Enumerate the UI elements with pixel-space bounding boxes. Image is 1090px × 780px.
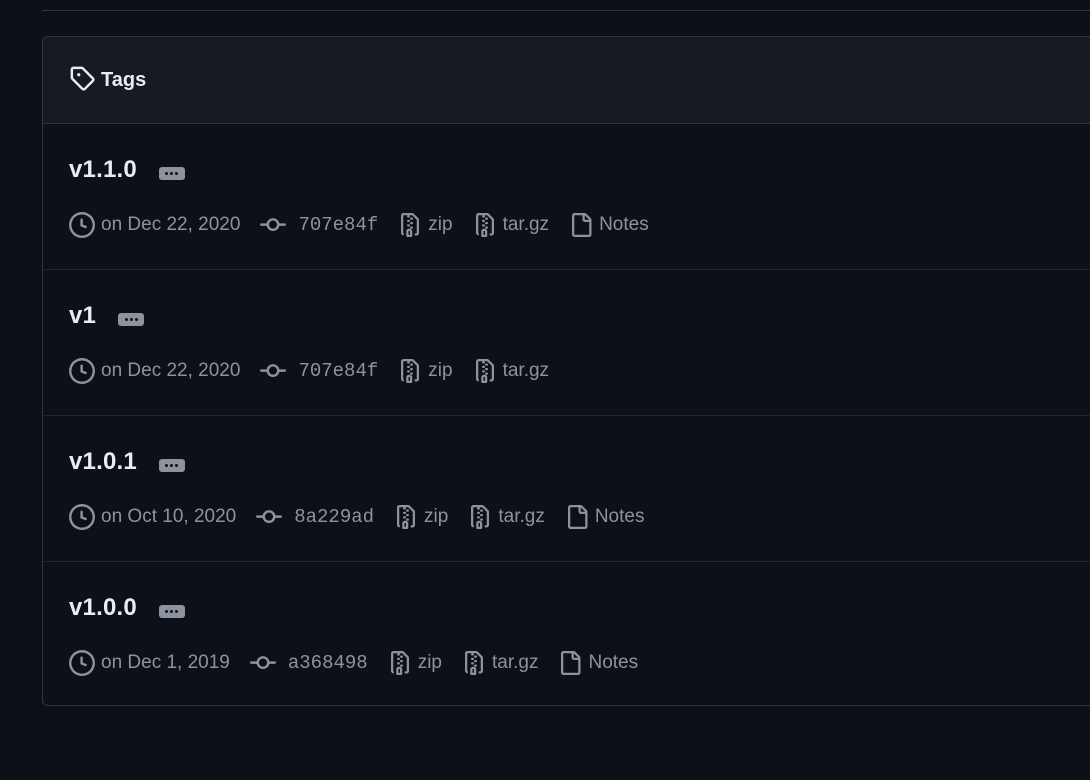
targz-label: tar.gz — [502, 360, 550, 381]
file-zip-icon — [475, 213, 494, 237]
clock-icon — [69, 358, 95, 384]
tag-name-link[interactable]: v1.0.0 — [69, 594, 137, 622]
tag-name-link[interactable]: v1.0.1 — [69, 448, 137, 476]
zip-label: zip — [428, 214, 453, 235]
file-zip-icon — [397, 505, 416, 529]
clock-icon — [69, 212, 95, 238]
file-icon — [567, 505, 588, 529]
commit-link[interactable]: 707e84f — [260, 212, 378, 238]
kebab-horizontal-icon[interactable] — [158, 604, 185, 618]
tag-meta: on Dec 1, 2019 a368498 zip tar.gz Notes — [69, 650, 658, 676]
kebab-horizontal-icon[interactable] — [118, 312, 145, 326]
targz-label: tar.gz — [502, 214, 550, 235]
tags-box-header: Tags — [43, 37, 1090, 124]
commit-sha: 8a229ad — [294, 506, 375, 528]
tag-row: v1.1.0 on Dec 22, 2020 707e84f zip tar.g… — [43, 124, 1090, 270]
file-zip-icon — [475, 359, 494, 383]
tag-row: v1.0.1 on Oct 10, 2020 8a229ad zip tar.g… — [43, 416, 1090, 562]
release-notes-link[interactable]: Notes — [565, 504, 645, 530]
targz-download-link[interactable]: tar.gz — [473, 212, 549, 238]
file-icon — [561, 651, 581, 675]
commit-sha: 707e84f — [298, 214, 379, 236]
tags-box: Tags v1.1.0 on Dec 22, 2020 707e84f zip … — [42, 36, 1090, 706]
release-notes-link[interactable]: Notes — [558, 650, 638, 676]
tag-meta: on Oct 10, 2020 8a229ad zip tar.gz Notes — [69, 504, 664, 530]
zip-download-link[interactable]: zip — [394, 504, 448, 530]
zip-label: zip — [417, 652, 442, 673]
tag-date-text: on Dec 22, 2020 — [101, 360, 241, 381]
notes-label: Notes — [599, 214, 649, 235]
tag-list: v1.1.0 on Dec 22, 2020 707e84f zip tar.g… — [43, 124, 1090, 705]
clock-icon — [69, 504, 95, 530]
tag-date: on Dec 22, 2020 — [69, 358, 240, 384]
targz-download-link[interactable]: tar.gz — [473, 358, 549, 384]
tag-icon — [69, 65, 95, 96]
file-zip-icon — [401, 213, 420, 237]
tag-date-text: on Dec 22, 2020 — [101, 214, 241, 235]
kebab-horizontal-icon[interactable] — [158, 166, 185, 180]
zip-label: zip — [428, 360, 453, 381]
commit-link[interactable]: 707e84f — [260, 358, 378, 384]
tag-name-link[interactable]: v1 — [69, 302, 96, 330]
zip-download-link[interactable]: zip — [388, 650, 442, 676]
tag-name-link[interactable]: v1.1.0 — [69, 156, 137, 184]
targz-label: tar.gz — [498, 506, 545, 527]
targz-download-link[interactable]: tar.gz — [462, 650, 538, 676]
release-notes-link[interactable]: Notes — [569, 212, 649, 238]
git-commit-icon — [260, 364, 287, 378]
tag-meta: on Dec 22, 2020 707e84f zip tar.gz — [69, 212, 669, 238]
tags-title: Tags — [101, 68, 147, 91]
tag-head: v1 — [69, 302, 145, 330]
top-divider — [42, 10, 1090, 11]
zip-download-link[interactable]: zip — [398, 358, 453, 384]
notes-label: Notes — [594, 506, 645, 527]
tag-date-text: on Dec 1, 2019 — [101, 652, 230, 673]
tag-row: v1.0.0 on Dec 1, 2019 a368498 zip tar.gz… — [43, 562, 1090, 705]
file-icon — [572, 213, 592, 237]
file-zip-icon — [471, 505, 490, 529]
tag-head: v1.0.0 — [69, 594, 185, 622]
commit-link[interactable]: a368498 — [249, 650, 368, 676]
file-zip-icon — [465, 651, 483, 675]
git-commit-icon — [260, 218, 287, 232]
targz-label: tar.gz — [492, 652, 539, 673]
tag-meta: on Dec 22, 2020 707e84f zip tar.gz — [69, 358, 569, 384]
commit-sha: 707e84f — [298, 360, 379, 382]
tag-head: v1.0.1 — [69, 448, 185, 476]
notes-label: Notes — [588, 652, 639, 673]
git-commit-icon — [249, 656, 276, 670]
git-commit-icon — [256, 510, 283, 524]
tag-head: v1.1.0 — [69, 156, 185, 184]
commit-sha: a368498 — [287, 652, 368, 674]
tag-row: v1 on Dec 22, 2020 707e84f zip tar.gz — [43, 270, 1090, 416]
file-zip-icon — [390, 651, 409, 675]
clock-icon — [69, 650, 95, 676]
tag-date: on Dec 1, 2019 — [69, 650, 230, 676]
commit-link[interactable]: 8a229ad — [256, 504, 374, 530]
tag-date-text: on Oct 10, 2020 — [101, 506, 237, 527]
zip-download-link[interactable]: zip — [398, 212, 453, 238]
tag-date: on Dec 22, 2020 — [69, 212, 240, 238]
tag-date: on Oct 10, 2020 — [69, 504, 236, 530]
kebab-horizontal-icon[interactable] — [158, 458, 185, 472]
file-zip-icon — [401, 359, 420, 383]
targz-download-link[interactable]: tar.gz — [468, 504, 545, 530]
zip-label: zip — [424, 506, 449, 527]
